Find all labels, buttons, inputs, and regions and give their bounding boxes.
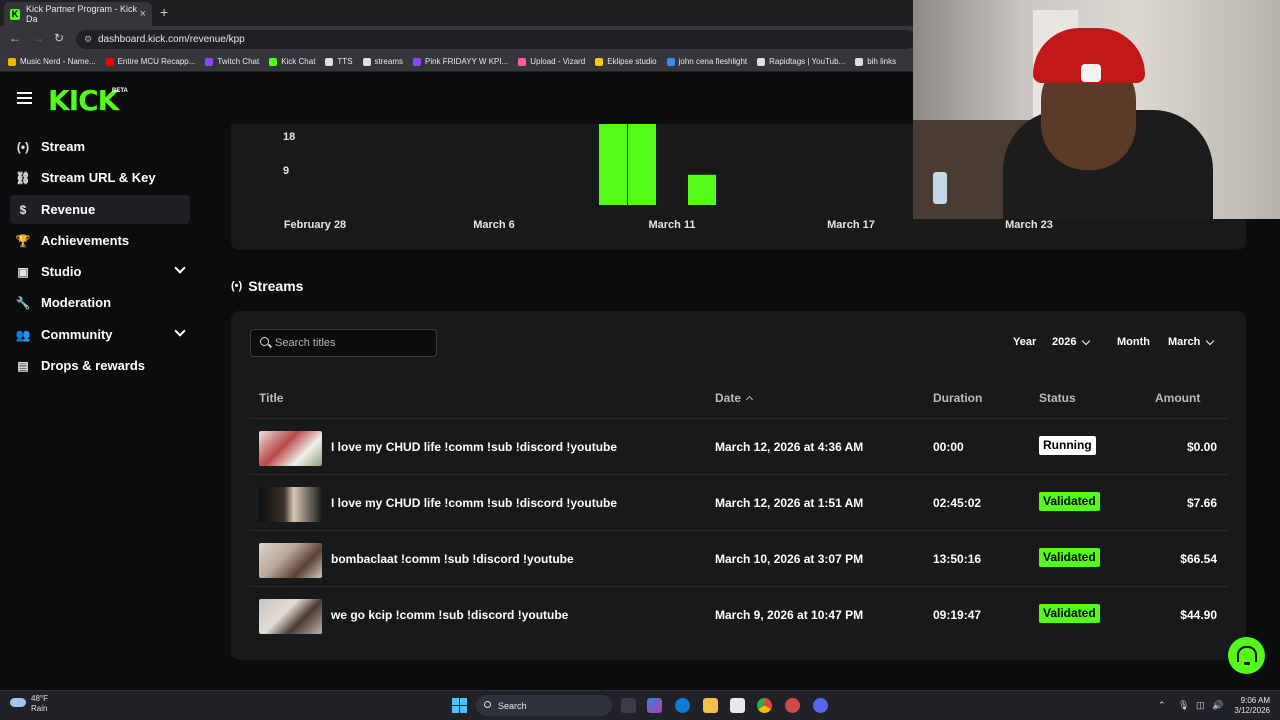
weather-temp: 48°F bbox=[31, 694, 48, 703]
wifi-icon[interactable]: ◫ bbox=[1196, 700, 1205, 711]
stream-amount: $7.66 bbox=[1186, 496, 1217, 510]
month-value: March bbox=[1168, 336, 1201, 348]
stream-amount: $66.54 bbox=[1180, 552, 1217, 566]
stream-duration: 09:19:47 bbox=[933, 608, 982, 622]
year-value: 2026 bbox=[1052, 336, 1077, 348]
stream-duration: 13:50:16 bbox=[933, 552, 982, 566]
start-icon[interactable] bbox=[452, 698, 467, 713]
stream-date: March 10, 2026 at 3:07 PM bbox=[715, 552, 864, 566]
stream-thumbnail[interactable] bbox=[259, 599, 322, 634]
column-header-date-label: Date bbox=[715, 391, 742, 405]
streams-heading-text: Streams bbox=[248, 278, 304, 294]
status-badge: Validated bbox=[1039, 492, 1100, 511]
help-chat-button[interactable] bbox=[1228, 637, 1265, 674]
y-tick-label: 9 bbox=[283, 165, 290, 177]
discord-icon[interactable] bbox=[813, 698, 828, 713]
microphone-icon[interactable]: 🎙 bbox=[1178, 700, 1189, 711]
sort-ascending-icon bbox=[745, 395, 754, 404]
table-row[interactable]: we go kcip !comm !sub !discord !youtube M… bbox=[250, 587, 1228, 643]
taskbar-search[interactable]: Search bbox=[476, 695, 612, 716]
chrome-icon[interactable] bbox=[757, 698, 772, 713]
column-header-duration[interactable]: Duration bbox=[933, 391, 982, 405]
month-select[interactable]: March bbox=[1168, 336, 1215, 348]
x-tick-label: March 17 bbox=[827, 219, 875, 231]
stream-title[interactable]: we go kcip !comm !sub !discord !youtube bbox=[331, 608, 568, 622]
stream-date: March 9, 2026 at 10:47 PM bbox=[715, 608, 864, 622]
search-input-wrapper[interactable] bbox=[250, 329, 437, 357]
column-header-date[interactable]: Date bbox=[715, 391, 754, 405]
status-badge: Running bbox=[1039, 436, 1096, 455]
store-icon[interactable] bbox=[730, 698, 745, 713]
year-select[interactable]: 2026 bbox=[1052, 336, 1091, 348]
year-label: Year bbox=[1013, 336, 1037, 348]
copilot-icon[interactable] bbox=[647, 698, 662, 713]
stream-title[interactable]: bombaclaat !comm !sub !discord !youtube bbox=[331, 552, 574, 566]
column-header-amount[interactable]: Amount bbox=[1155, 391, 1200, 405]
rain-cloud-icon bbox=[10, 698, 26, 707]
chevron-down-icon bbox=[1206, 336, 1215, 345]
file-explorer-icon[interactable] bbox=[703, 698, 718, 713]
clock-date: 3/12/2026 bbox=[1234, 706, 1270, 715]
stream-thumbnail[interactable] bbox=[259, 431, 322, 466]
stream-title[interactable]: I love my CHUD life !comm !sub !discord … bbox=[331, 440, 617, 454]
search-icon bbox=[260, 337, 269, 346]
column-header-status[interactable]: Status bbox=[1039, 391, 1076, 405]
stream-amount: $0.00 bbox=[1186, 440, 1217, 454]
chart-bar[interactable] bbox=[628, 124, 656, 205]
volume-icon[interactable]: 🔊 bbox=[1212, 700, 1223, 711]
stream-duration: 02:45:02 bbox=[933, 496, 982, 510]
streams-heading: (•) Streams bbox=[231, 278, 303, 294]
chart-bar[interactable] bbox=[688, 174, 716, 205]
broadcast-icon: (•) bbox=[231, 280, 243, 292]
task-view-icon[interactable] bbox=[621, 698, 636, 713]
weather-condition: Rain bbox=[31, 704, 48, 713]
webcam-overlay bbox=[913, 0, 1280, 219]
status-badge: Validated bbox=[1039, 604, 1100, 623]
stream-thumbnail[interactable] bbox=[259, 543, 322, 578]
y-tick-label: 18 bbox=[283, 131, 296, 143]
app-icon[interactable] bbox=[785, 698, 800, 713]
clock[interactable]: 9:06 AM 3/12/2026 bbox=[1226, 696, 1270, 716]
table-row[interactable]: bombaclaat !comm !sub !discord !youtube M… bbox=[250, 531, 1228, 587]
stream-title[interactable]: I love my CHUD life !comm !sub !discord … bbox=[331, 496, 617, 510]
stream-date: March 12, 2026 at 4:36 AM bbox=[715, 440, 864, 454]
month-label: Month bbox=[1117, 336, 1150, 348]
search-input[interactable] bbox=[275, 335, 430, 351]
stream-date: March 12, 2026 at 1:51 AM bbox=[715, 496, 864, 510]
stream-duration: 00:00 bbox=[933, 440, 964, 454]
x-tick-label: March 23 bbox=[1005, 219, 1053, 231]
status-badge: Validated bbox=[1039, 548, 1100, 567]
x-tick-label: March 6 bbox=[473, 219, 515, 231]
chart-bar[interactable] bbox=[599, 124, 627, 205]
chevron-up-icon[interactable]: ⌃ bbox=[1158, 700, 1166, 711]
x-tick-label: February 28 bbox=[283, 219, 347, 231]
taskbar-search-label: Search bbox=[498, 701, 527, 711]
table-row[interactable]: I love my CHUD life !comm !sub !discord … bbox=[250, 475, 1228, 531]
taskbar bbox=[0, 690, 1280, 720]
column-header-title[interactable]: Title bbox=[259, 391, 283, 405]
stream-thumbnail[interactable] bbox=[259, 487, 322, 522]
x-tick-label: March 11 bbox=[648, 219, 696, 231]
search-icon bbox=[484, 701, 491, 708]
table-row[interactable]: I love my CHUD life !comm !sub !discord … bbox=[250, 419, 1228, 475]
chevron-down-icon bbox=[1082, 336, 1091, 345]
edge-icon[interactable] bbox=[675, 698, 690, 713]
stream-amount: $44.90 bbox=[1180, 608, 1217, 622]
clock-time: 9:06 AM bbox=[1240, 696, 1270, 705]
